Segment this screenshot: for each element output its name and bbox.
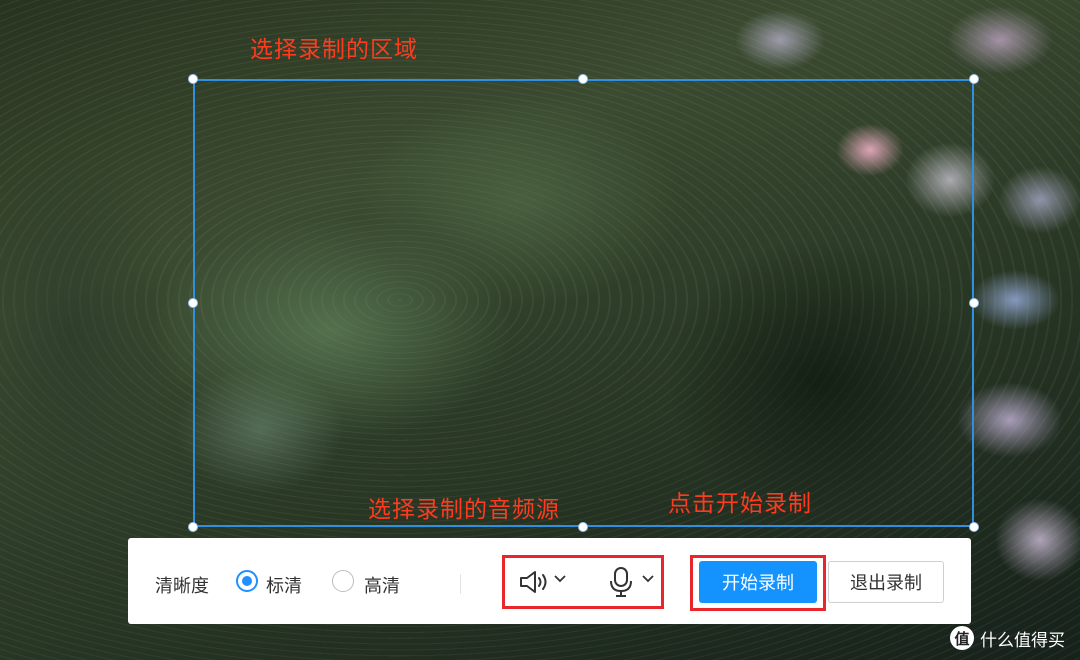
watermark: 值 什么值得买 — [950, 623, 1065, 653]
resize-handle-bottom-left[interactable] — [188, 522, 198, 532]
quality-label: 清晰度 — [155, 576, 209, 597]
speaker-icon[interactable] — [518, 568, 550, 596]
quality-high-radio[interactable] — [332, 570, 354, 592]
resize-handle-top-right[interactable] — [969, 74, 979, 84]
start-recording-button[interactable]: 开始录制 — [699, 561, 817, 603]
resize-handle-bottom-right[interactable] — [969, 522, 979, 532]
annotation-select-area: 选择录制的区域 — [250, 37, 418, 63]
selection-region[interactable] — [193, 79, 974, 527]
exit-recording-button[interactable]: 退出录制 — [828, 561, 944, 603]
resize-handle-middle-right[interactable] — [969, 298, 979, 308]
annotation-click-start: 点击开始录制 — [668, 491, 812, 517]
watermark-text: 什么值得买 — [980, 630, 1065, 651]
microphone-dropdown-chevron-icon[interactable] — [641, 574, 655, 584]
toolbar-divider — [460, 574, 461, 594]
resize-handle-top-middle[interactable] — [578, 74, 588, 84]
microphone-icon[interactable] — [606, 566, 636, 598]
quality-high-label[interactable]: 高清 — [364, 572, 400, 598]
resize-handle-bottom-middle[interactable] — [578, 522, 588, 532]
quality-standard-label[interactable]: 标清 — [266, 572, 302, 598]
resize-handle-top-left[interactable] — [188, 74, 198, 84]
resize-handle-middle-left[interactable] — [188, 298, 198, 308]
annotation-select-audio: 选择录制的音频源 — [368, 497, 560, 523]
quality-standard-radio[interactable] — [236, 570, 258, 592]
watermark-logo-icon: 值 — [950, 626, 974, 650]
speaker-dropdown-chevron-icon[interactable] — [553, 574, 567, 584]
